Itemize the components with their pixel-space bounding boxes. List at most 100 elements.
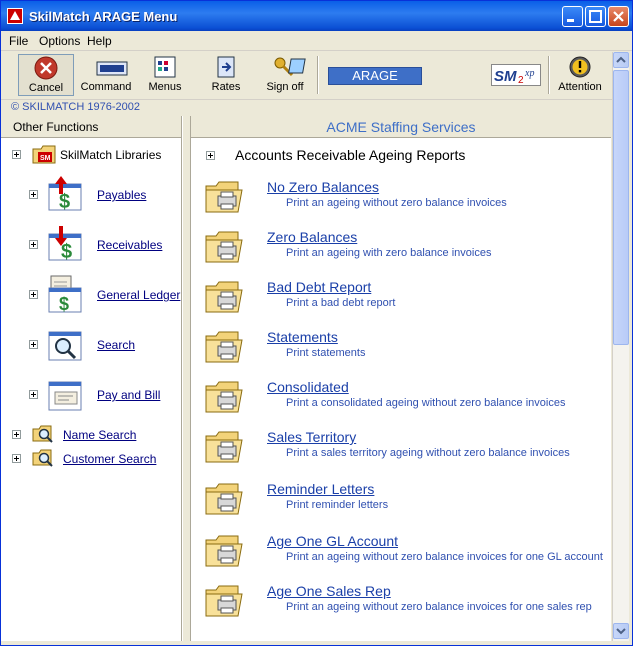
- copyright-bar: © SKILMATCH 1976-2002: [1, 99, 613, 115]
- report-link[interactable]: Zero Balances: [267, 229, 357, 245]
- tree-item-pay-and-bill[interactable]: Pay and Bill: [97, 388, 160, 402]
- rates-icon: [211, 54, 241, 80]
- tree-item-name-search[interactable]: Name Search: [63, 428, 136, 442]
- vertical-scrollbar[interactable]: [612, 52, 629, 641]
- expand-toggle[interactable]: [29, 240, 38, 249]
- tree-item-customer-search[interactable]: Customer Search: [63, 452, 156, 466]
- report-description: Print a consolidated ageing without zero…: [286, 397, 566, 409]
- report-link[interactable]: Sales Territory: [267, 429, 356, 445]
- svg-text:SM: SM: [40, 155, 51, 162]
- report-item: Reminder Letters Print reminder letters: [191, 480, 611, 530]
- report-item: Statements Print statements: [191, 328, 611, 378]
- smxp-logo: SM 2 xp: [491, 64, 541, 86]
- report-description: Print statements: [286, 347, 366, 359]
- menus-button[interactable]: Menus: [144, 54, 186, 96]
- tree-item-payables[interactable]: Payables: [97, 188, 146, 202]
- printer-folder-icon[interactable]: [204, 378, 244, 416]
- toolbar-separator: [548, 56, 550, 94]
- report-item: Zero Balances Print an ageing with zero b…: [191, 228, 611, 278]
- copyright-text: © SKILMATCH 1976-2002: [11, 101, 140, 113]
- scroll-down-button[interactable]: [613, 623, 629, 639]
- report-description: Print a sales territory ageing without z…: [286, 447, 570, 459]
- printer-folder-icon[interactable]: [204, 532, 244, 570]
- menu-bar: File Options Help: [1, 31, 632, 51]
- bottom-border: [1, 641, 632, 645]
- ledger-icon: $: [47, 274, 83, 314]
- pane-splitter[interactable]: [182, 116, 191, 641]
- attention-button[interactable]: Attention: [556, 54, 604, 96]
- expand-toggle[interactable]: [12, 454, 21, 463]
- left-pane-header: Other Functions: [1, 116, 181, 138]
- app-icon: [7, 8, 23, 24]
- receivables-icon: $: [47, 224, 83, 264]
- key-icon: [270, 54, 306, 80]
- expand-toggle[interactable]: [29, 190, 38, 199]
- company-header: ACME Staffing Services: [191, 116, 611, 138]
- toolbar: Cancel Command Menus Rates Sign off ARAG…: [1, 52, 613, 98]
- report-link[interactable]: Reminder Letters: [267, 481, 374, 497]
- cancel-button[interactable]: Cancel: [18, 54, 74, 96]
- expand-toggle[interactable]: [12, 150, 21, 159]
- report-link[interactable]: Age One Sales Rep: [267, 583, 391, 599]
- report-description: Print reminder letters: [286, 499, 389, 511]
- printer-folder-icon[interactable]: [204, 178, 244, 216]
- expand-toggle[interactable]: [206, 151, 215, 160]
- svg-text:$: $: [61, 241, 72, 263]
- printer-folder-icon[interactable]: [204, 428, 244, 466]
- right-pane: ACME Staffing Services Accounts Receivab…: [191, 116, 611, 641]
- toolbar-separator: [317, 56, 319, 94]
- report-link[interactable]: No Zero Balances: [267, 179, 379, 195]
- rates-button[interactable]: Rates: [206, 54, 246, 96]
- printer-folder-icon[interactable]: [204, 480, 244, 518]
- close-button[interactable]: [608, 6, 629, 27]
- command-button[interactable]: Command: [79, 54, 133, 96]
- expand-toggle[interactable]: [12, 430, 21, 439]
- search-icon: [47, 324, 83, 364]
- expand-toggle[interactable]: [29, 340, 38, 349]
- report-item: Consolidated Print a consolidated ageing …: [191, 378, 611, 428]
- svg-text:SM: SM: [494, 68, 517, 85]
- report-item: Sales Territory Print a sales territory a…: [191, 428, 611, 478]
- maximize-button[interactable]: [585, 6, 606, 27]
- window-title: SkilMatch ARAGE Menu: [29, 9, 178, 24]
- report-description: Print an ageing without zero balance inv…: [286, 551, 603, 563]
- scroll-up-button[interactable]: [613, 52, 629, 68]
- menu-options[interactable]: Options: [39, 34, 80, 48]
- report-description: Print an ageing without zero balance inv…: [286, 197, 507, 209]
- signoff-button[interactable]: Sign off: [263, 54, 307, 96]
- library-folder-icon: SM: [31, 141, 57, 167]
- customer-search-icon: [31, 447, 55, 469]
- name-search-icon: [31, 423, 55, 445]
- pay-bill-icon: [47, 374, 83, 414]
- report-item: Bad Debt Report Print a bad debt report: [191, 278, 611, 328]
- report-link[interactable]: Age One GL Account: [267, 533, 398, 549]
- expand-toggle[interactable]: [29, 390, 38, 399]
- report-description: Print an ageing with zero balance invoic…: [286, 247, 492, 259]
- printer-folder-icon[interactable]: [204, 582, 244, 620]
- tree-item-search[interactable]: Search: [97, 338, 135, 352]
- command-icon: [91, 54, 128, 80]
- menu-file[interactable]: File: [9, 34, 28, 48]
- skilmatch-libraries-label[interactable]: SkilMatch Libraries: [60, 148, 161, 162]
- report-description: Print a bad debt report: [286, 297, 396, 309]
- expand-toggle[interactable]: [29, 290, 38, 299]
- minimize-button[interactable]: [562, 6, 583, 27]
- report-link[interactable]: Statements: [267, 329, 338, 345]
- report-item: No Zero Balances Print an ageing without …: [191, 178, 611, 228]
- left-pane-title: Other Functions: [13, 120, 99, 134]
- printer-folder-icon[interactable]: [204, 328, 244, 366]
- left-pane: Other Functions SM SkilMatch Libraries $…: [1, 116, 182, 641]
- app-window: SkilMatch ARAGE Menu File Options Help C…: [0, 0, 633, 646]
- cancel-icon: [31, 55, 61, 81]
- printer-folder-icon[interactable]: [204, 278, 244, 316]
- arage-label: ARAGE: [328, 67, 422, 85]
- svg-text:$: $: [59, 294, 69, 314]
- report-link[interactable]: Bad Debt Report: [267, 279, 371, 295]
- title-bar[interactable]: SkilMatch ARAGE Menu: [1, 1, 632, 31]
- tree-item-general-ledger[interactable]: General Ledger: [97, 288, 180, 302]
- tree-item-receivables[interactable]: Receivables: [97, 238, 162, 252]
- scroll-thumb[interactable]: [613, 70, 629, 345]
- menu-help[interactable]: Help: [87, 34, 112, 48]
- printer-folder-icon[interactable]: [204, 228, 244, 266]
- report-link[interactable]: Consolidated: [267, 379, 349, 395]
